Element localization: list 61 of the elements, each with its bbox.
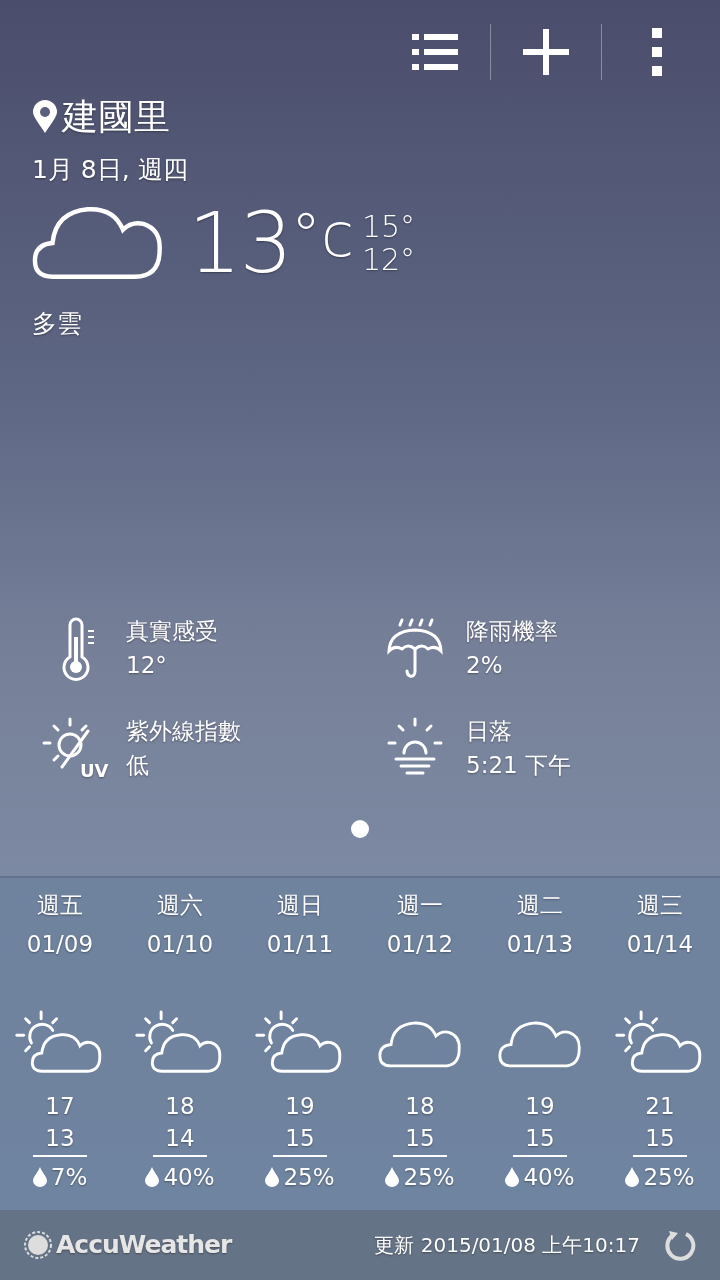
current-temperature: 13: [188, 200, 291, 285]
forecast-high: 21: [645, 1092, 675, 1122]
forecast-low: 14: [165, 1124, 195, 1154]
forecast-day: 週六: [157, 886, 203, 926]
raindrop-icon: [385, 1166, 400, 1187]
detail-value: 5:21 下午: [466, 751, 571, 780]
forecast-day: 週日: [277, 886, 323, 926]
refresh-icon: [664, 1229, 696, 1261]
temperature-unit: °c: [290, 204, 354, 265]
forecast-day: 週三: [637, 886, 683, 926]
high-temperature: 15°: [361, 209, 416, 243]
forecast-date: 01/14: [626, 930, 694, 960]
more-icon: [652, 27, 662, 76]
forecast-date: 01/11: [266, 930, 334, 960]
raindrop-icon: [32, 1166, 47, 1187]
location-name: 建國里: [62, 99, 170, 135]
rain-chance: 7%: [50, 1162, 88, 1192]
weather-condition: 多雲: [32, 307, 83, 340]
low-temperature: 12°: [361, 242, 416, 276]
forecast-high: 17: [45, 1092, 75, 1122]
detail-value: 低: [126, 751, 150, 780]
last-updated-time: 更新 2015/01/08 上午10:17: [374, 1232, 640, 1259]
detail-label: 紫外線指數: [126, 716, 241, 746]
forecast-day: 週五: [37, 886, 83, 926]
forecast-high: 18: [405, 1092, 435, 1122]
current-date: 1月 8日, 週四: [32, 154, 189, 186]
raindrop-icon: [145, 1166, 160, 1187]
forecast-date: 01/13: [506, 930, 574, 960]
detail-label: 日落: [466, 716, 513, 746]
forecast-high: 19: [285, 1092, 315, 1122]
rain-chance: 25%: [283, 1162, 335, 1192]
list-icon: [412, 33, 458, 70]
raindrop-icon: [265, 1166, 280, 1187]
detail-value: 2%: [466, 651, 504, 680]
forecast-date: 01/12: [386, 930, 454, 960]
forecast-date: 01/09: [26, 930, 94, 960]
rain-chance: 25%: [643, 1162, 695, 1192]
forecast-low: 15: [645, 1124, 675, 1154]
forecast-low: 13: [45, 1124, 75, 1154]
forecast-high: 19: [525, 1092, 555, 1122]
forecast-low: 15: [525, 1124, 555, 1154]
forecast-date: 01/10: [146, 930, 214, 960]
sun-logo-icon: [24, 1231, 52, 1259]
location-pin-icon: [32, 100, 58, 134]
raindrop-icon: [625, 1166, 640, 1187]
forecast-day: 週一: [397, 886, 443, 926]
detail-label: 降雨機率: [466, 616, 558, 646]
rain-chance: 25%: [403, 1162, 455, 1192]
rain-chance: 40%: [523, 1162, 575, 1192]
page-indicator-dot[interactable]: [351, 820, 369, 838]
plus-icon: [523, 28, 569, 75]
detail-value: 12°: [126, 651, 168, 680]
forecast-day: 週二: [517, 886, 563, 926]
refresh-button[interactable]: [664, 1229, 696, 1261]
brand-logo-text: AccuWeather: [56, 1229, 232, 1262]
raindrop-icon: [505, 1166, 520, 1187]
forecast-high: 18: [165, 1092, 195, 1122]
rain-chance: 40%: [163, 1162, 215, 1192]
forecast-low: 15: [285, 1124, 315, 1154]
forecast-low: 15: [405, 1124, 435, 1154]
detail-label: 真實感受: [126, 616, 218, 646]
